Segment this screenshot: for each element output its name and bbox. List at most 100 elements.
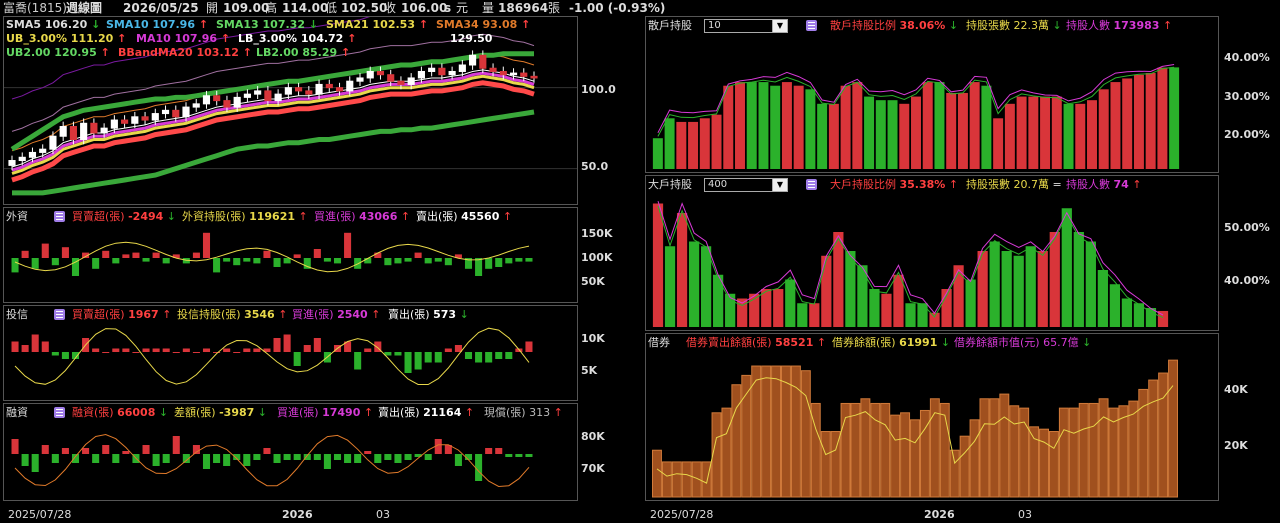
retail-menu-icon[interactable] bbox=[806, 20, 817, 31]
ratio-bar bbox=[1037, 251, 1048, 327]
net-bar bbox=[233, 352, 241, 353]
candle-body bbox=[417, 70, 425, 79]
major-menu-icon[interactable] bbox=[806, 179, 817, 190]
net-bar bbox=[394, 454, 402, 463]
net-bar bbox=[404, 454, 412, 460]
ratio-bar bbox=[869, 289, 880, 327]
net-bar bbox=[162, 348, 170, 352]
retail-axis-20: 20.00% bbox=[1224, 128, 1270, 141]
ratio-bar bbox=[1068, 407, 1079, 498]
ratio-bar bbox=[1058, 407, 1069, 498]
ma-lb2: LB2.00 85.29 ↑ bbox=[256, 46, 351, 59]
candle-body bbox=[8, 160, 16, 166]
net-bar bbox=[132, 252, 140, 258]
ratio-bar bbox=[781, 82, 792, 169]
candle-body bbox=[254, 90, 262, 95]
major-legend: 大戶持股比例 35.38% ↑ 持股張數 20.7萬 = 持股人數 74 ↑ bbox=[830, 178, 1210, 192]
candle-body bbox=[121, 119, 129, 124]
ratio-bar bbox=[1049, 232, 1060, 327]
net-bar bbox=[404, 258, 412, 262]
net-bar bbox=[142, 348, 150, 352]
net-bar bbox=[283, 258, 291, 264]
ratio-bar bbox=[911, 96, 921, 169]
candle-body bbox=[18, 156, 26, 162]
ratio-bar bbox=[793, 85, 804, 169]
net-bar bbox=[414, 252, 422, 258]
net-bar bbox=[505, 258, 513, 264]
stock-name: 富喬(1815) bbox=[3, 1, 67, 15]
net-bar bbox=[354, 454, 362, 463]
ratio-bar bbox=[1063, 103, 1074, 169]
foreign-menu-icon[interactable] bbox=[54, 211, 65, 222]
ratio-bar bbox=[773, 289, 784, 327]
low-label: 低 bbox=[325, 1, 338, 15]
open-value: 109.00 bbox=[223, 1, 270, 15]
candle-body bbox=[151, 113, 159, 121]
holding-line bbox=[14, 327, 530, 385]
candle-body bbox=[39, 148, 47, 153]
quote-date: 2026/05/25 bbox=[123, 1, 199, 15]
ratio-bar bbox=[917, 303, 928, 327]
ratio-bar bbox=[688, 121, 699, 169]
candle-body bbox=[489, 67, 497, 72]
ratio-bar bbox=[833, 232, 844, 327]
ratio-bar bbox=[934, 82, 945, 169]
price-axis-50: 50.0 bbox=[581, 160, 609, 173]
net-bar bbox=[273, 454, 281, 463]
net-bar bbox=[11, 341, 19, 352]
ratio-bar bbox=[893, 274, 904, 327]
net-bar bbox=[414, 352, 422, 370]
candle-body bbox=[233, 96, 241, 108]
net-bar bbox=[82, 448, 90, 454]
retail-legend: 散戶持股比例 38.06% ↓ 持股張數 22.3萬 ↓ 持股人數 173983… bbox=[830, 19, 1210, 33]
period-label: 週線圖 bbox=[66, 1, 103, 15]
ma-bband: BBandMA20 103.12 ↑ bbox=[118, 46, 253, 59]
foreign-sell: 賣出(張) 45560 ↑ bbox=[416, 210, 513, 223]
trust-holding: 投信持股(張) 3546 ↑ bbox=[177, 308, 288, 321]
trust-menu-icon[interactable] bbox=[54, 309, 65, 320]
candle-body bbox=[325, 83, 333, 89]
net-bar bbox=[253, 348, 261, 352]
net-bar bbox=[102, 445, 110, 454]
foreign-panel: 外資 買賣超(張) -2494 ↓ 外資持股(張) 119621 ↑ 買進(張)… bbox=[3, 207, 578, 303]
net-bar bbox=[454, 454, 462, 466]
candle-body bbox=[366, 70, 374, 79]
ratio-bar bbox=[1001, 251, 1012, 327]
ratio-bar bbox=[989, 398, 1000, 498]
net-bar bbox=[172, 436, 180, 454]
net-bar bbox=[404, 352, 412, 373]
holding-line bbox=[14, 433, 530, 488]
margin-diff: 差額(張) -3987 ↓ bbox=[174, 406, 267, 419]
ratio-bar bbox=[711, 412, 722, 498]
ratio-bar bbox=[781, 365, 791, 498]
candle-body bbox=[407, 77, 415, 85]
ratio-bar bbox=[840, 85, 851, 169]
candle-body bbox=[161, 109, 170, 115]
volume-unit: 張 bbox=[548, 1, 561, 15]
ratio-bar bbox=[1145, 73, 1156, 169]
candle-body bbox=[335, 87, 344, 92]
net-bar bbox=[323, 454, 331, 469]
major-bar-chart bbox=[652, 200, 1169, 327]
net-bar bbox=[424, 258, 432, 264]
ratio-bar bbox=[671, 461, 682, 498]
volume-value: 186964 bbox=[498, 1, 549, 15]
ratio-bar bbox=[1085, 241, 1096, 327]
net-bar bbox=[102, 352, 110, 353]
net-bar bbox=[142, 258, 150, 262]
margin-panel: 融資 融資(張) 66008 ↓ 差額(張) -3987 ↓ 買進(張) 174… bbox=[3, 403, 578, 501]
net-bar bbox=[162, 258, 170, 264]
ratio-bar bbox=[820, 431, 831, 498]
ratio-bar bbox=[681, 461, 692, 498]
major-level-select[interactable]: 400 ▼ bbox=[704, 178, 788, 192]
net-bar bbox=[495, 352, 503, 359]
foreign-buy: 買進(張) 43066 ↑ bbox=[314, 210, 411, 223]
ratio-bar bbox=[652, 138, 663, 169]
margin-menu-icon[interactable] bbox=[54, 407, 65, 418]
retail-level-select[interactable]: 10 ▼ bbox=[704, 19, 788, 33]
ratio-bar bbox=[1061, 208, 1072, 327]
candle-body bbox=[376, 70, 385, 76]
ratio-bar bbox=[723, 85, 734, 169]
ratio-bar bbox=[1048, 431, 1059, 498]
ratio-bar bbox=[1133, 74, 1144, 169]
